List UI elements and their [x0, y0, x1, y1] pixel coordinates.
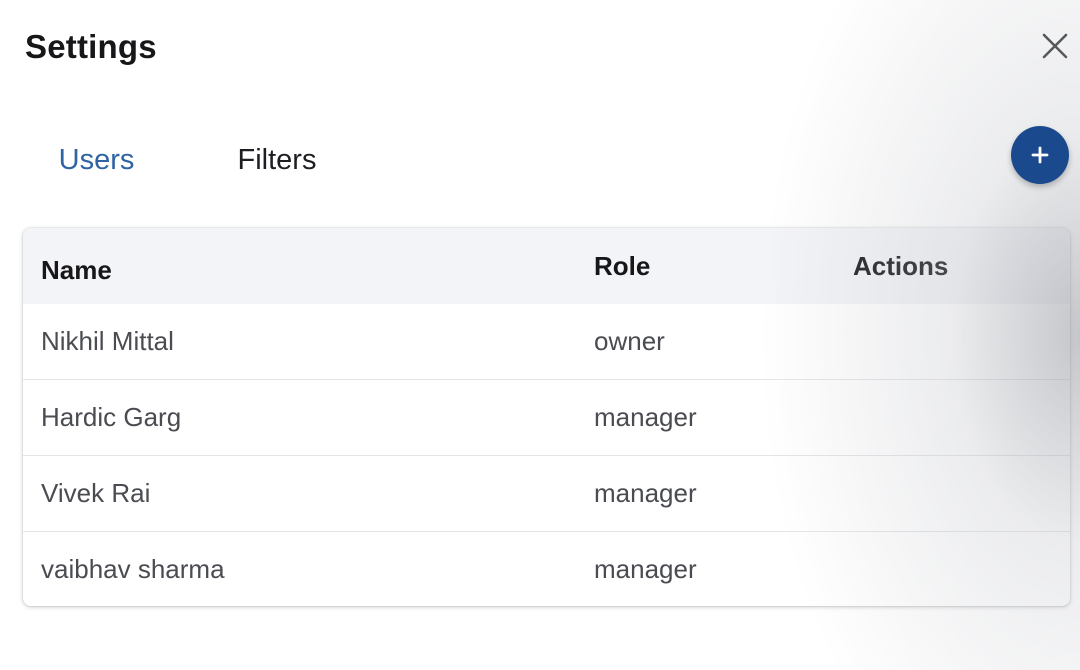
close-button[interactable]	[1035, 26, 1075, 66]
table-body: Nikhil Mittal owner Hardic Garg manager …	[23, 304, 1070, 606]
row-actions-cell	[853, 304, 1043, 379]
user-name-cell: Vivek Rai	[41, 478, 151, 508]
user-role-cell: manager	[594, 402, 697, 432]
user-name-cell: Hardic Garg	[41, 402, 182, 432]
table-row[interactable]: Nikhil Mittal owner	[23, 304, 1070, 379]
close-icon	[1042, 33, 1068, 59]
user-role-cell: manager	[594, 554, 697, 584]
table-row[interactable]: Vivek Rai manager	[23, 455, 1070, 531]
user-name-cell: Nikhil Mittal	[41, 326, 174, 356]
user-role-cell: manager	[594, 478, 697, 508]
tab-bar: Users Filters	[25, 132, 386, 188]
page-title: Settings	[25, 28, 157, 65]
add-user-button[interactable]	[1011, 126, 1069, 184]
users-table: Name Role Actions Nikhil Mittal owner Ha…	[23, 228, 1070, 606]
column-header-actions: Actions	[853, 250, 949, 281]
column-header-name[interactable]: Name	[41, 232, 112, 308]
row-actions-cell	[853, 456, 1043, 531]
tab-filters[interactable]: Filters	[168, 132, 386, 188]
table-header: Name Role Actions	[23, 228, 1070, 304]
row-actions-cell	[853, 380, 1043, 455]
column-header-role[interactable]: Role	[594, 228, 650, 304]
row-actions-cell	[853, 532, 1043, 606]
tab-users[interactable]: Users	[25, 132, 168, 188]
table-row[interactable]: Hardic Garg manager	[23, 379, 1070, 455]
user-role-cell: owner	[594, 326, 665, 356]
user-name-cell: vaibhav sharma	[41, 554, 225, 584]
plus-icon	[1031, 146, 1049, 164]
table-row[interactable]: vaibhav sharma manager	[23, 531, 1070, 606]
